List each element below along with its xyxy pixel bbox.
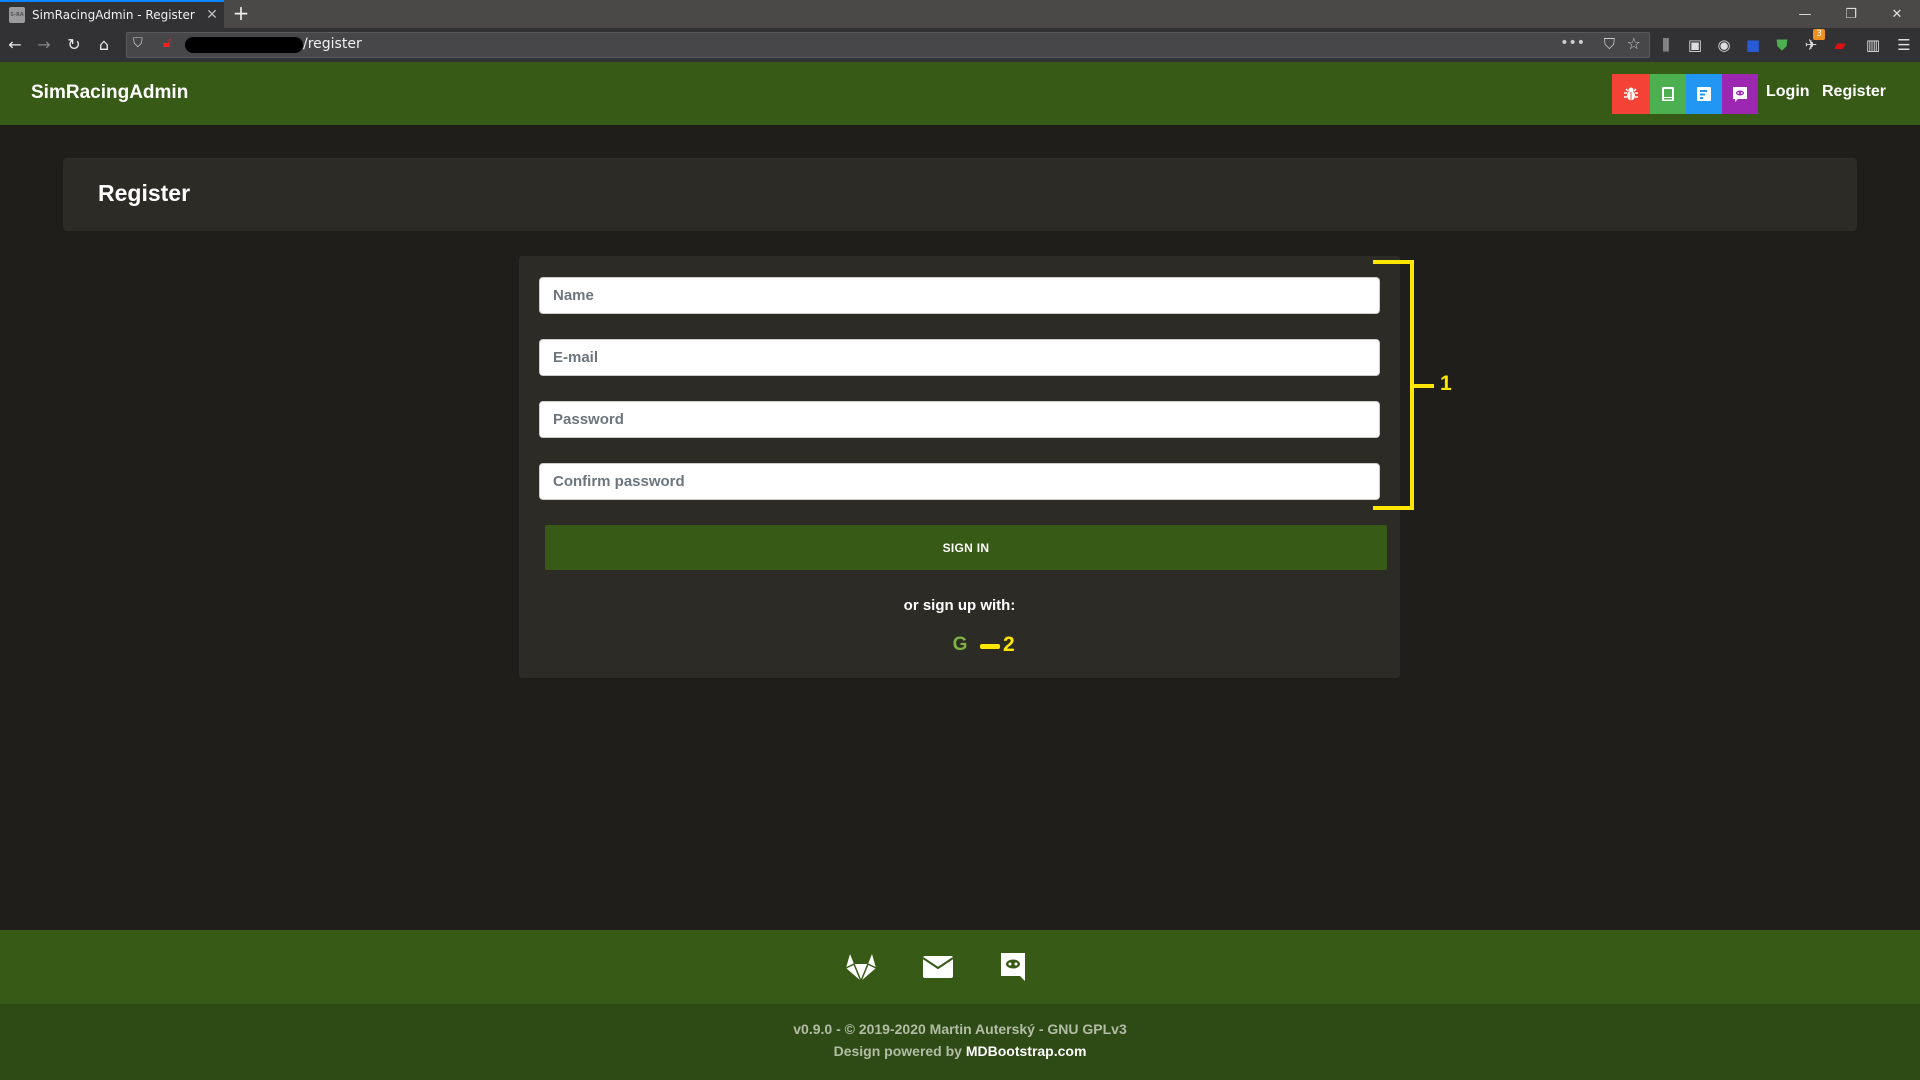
discord-icon — [1733, 87, 1747, 102]
url-redacted — [185, 37, 303, 53]
brand-logo[interactable]: SimRacingAdmin — [31, 82, 188, 104]
annotation-bracket-bottom — [1373, 506, 1414, 510]
tab-close-icon[interactable]: ✕ — [200, 7, 224, 23]
annotation-label-2: 2 — [1003, 633, 1015, 656]
browser-tab-active[interactable]: S-RA SimRacingAdmin - Register ✕ — [0, 0, 224, 28]
sign-in-button[interactable]: SIGN IN — [545, 525, 1387, 570]
mdbootstrap-link[interactable]: MDBootstrap.com — [966, 1043, 1087, 1059]
adguard-icon[interactable]: ⛊ — [1770, 33, 1794, 57]
alt-signup-text: or sign up with: — [903, 597, 1016, 614]
document-icon — [1697, 87, 1711, 101]
site-navbar: SimRacingAdmin Login Register — [0, 62, 1920, 125]
tab-title: SimRacingAdmin - Register — [32, 8, 195, 22]
extension-badge: 3 — [1813, 29, 1825, 40]
envelope-icon — [922, 956, 954, 978]
password-input[interactable] — [539, 401, 1380, 438]
menu-icon[interactable]: ☰ — [1892, 33, 1916, 57]
register-link[interactable]: Register — [1822, 83, 1886, 101]
discord-link[interactable] — [996, 950, 1030, 984]
google-signup-icon[interactable]: G — [951, 634, 969, 658]
annotation-bracket-tick — [1414, 384, 1434, 388]
confirm-password-input[interactable] — [539, 463, 1380, 500]
email-input[interactable] — [539, 339, 1380, 376]
account-icon[interactable]: ◉ — [1712, 33, 1736, 57]
restore-icon[interactable]: ❐ — [1828, 0, 1874, 28]
back-icon[interactable]: ← — [3, 33, 27, 57]
changelog-button[interactable] — [1686, 74, 1722, 114]
login-link[interactable]: Login — [1766, 83, 1810, 101]
page-header-card: Register — [63, 158, 1857, 231]
bug-report-button[interactable] — [1612, 74, 1650, 114]
extension-wand-icon[interactable]: ▰ — [1828, 33, 1852, 57]
url-bar[interactable]: ⛉ 🔓︎ /register ••• ⛉ ☆ — [126, 32, 1650, 58]
docs-button[interactable] — [1650, 74, 1686, 114]
extension-badger-icon[interactable]: ✈ 3 — [1799, 29, 1825, 57]
minimize-icon[interactable]: — — [1782, 0, 1828, 28]
annotation-label-1: 1 — [1440, 372, 1452, 395]
extension-grid-icon[interactable]: ▥ — [1861, 33, 1885, 57]
powered-by-prefix: Design powered by — [833, 1043, 966, 1059]
name-input[interactable] — [539, 277, 1380, 314]
discord-button[interactable] — [1722, 74, 1758, 114]
reload-icon[interactable]: ↻ — [62, 33, 86, 57]
browser-toolbar: ← → ↻ ⌂ ⛉ 🔓︎ /register ••• ⛉ ☆ ⫼ ▣ ◉ ■ ⛊… — [0, 28, 1920, 62]
register-form: SIGN IN or sign up with: G — [519, 256, 1400, 678]
new-tab-button[interactable]: + — [228, 1, 254, 27]
page-title: Register — [98, 180, 191, 206]
url-text: /register — [303, 36, 362, 52]
gitlab-icon — [845, 954, 877, 982]
gitlab-link[interactable] — [844, 950, 878, 984]
favicon-icon: S-RA — [9, 7, 25, 23]
footer-copyright: v0.9.0 - © 2019-2020 Martin Auterský - G… — [0, 1004, 1920, 1080]
home-icon[interactable]: ⌂ — [92, 33, 116, 57]
powered-by-line: Design powered by MDBootstrap.com — [0, 1043, 1920, 1059]
bug-icon — [1624, 87, 1638, 101]
page-actions-icon[interactable]: ••• — [1560, 35, 1585, 51]
window-close-icon[interactable]: ✕ — [1874, 0, 1920, 28]
forward-icon[interactable]: → — [32, 33, 56, 57]
email-link[interactable] — [921, 950, 955, 984]
annotation-pointer-2 — [980, 644, 1000, 649]
copyright-text: v0.9.0 - © 2019-2020 Martin Auterský - G… — [793, 1021, 1127, 1037]
sidebar-icon[interactable]: ▣ — [1683, 33, 1707, 57]
footer-social — [0, 930, 1920, 1004]
library-icon[interactable]: ⫼ — [1654, 33, 1678, 57]
annotation-bracket-top — [1373, 260, 1414, 264]
shield-icon[interactable]: ⛉ — [133, 36, 143, 51]
discord-icon — [1001, 953, 1025, 981]
book-icon — [1662, 87, 1674, 101]
insecure-lock-icon[interactable]: 🔓︎ — [163, 35, 172, 51]
pocket-icon[interactable]: ⛉ — [1604, 35, 1615, 53]
bitwarden-icon[interactable]: ■ — [1741, 33, 1765, 57]
browser-tab-bar: S-RA SimRacingAdmin - Register ✕ + — ❐ ✕ — [0, 0, 1920, 28]
bookmark-star-icon[interactable]: ☆ — [1627, 34, 1641, 53]
